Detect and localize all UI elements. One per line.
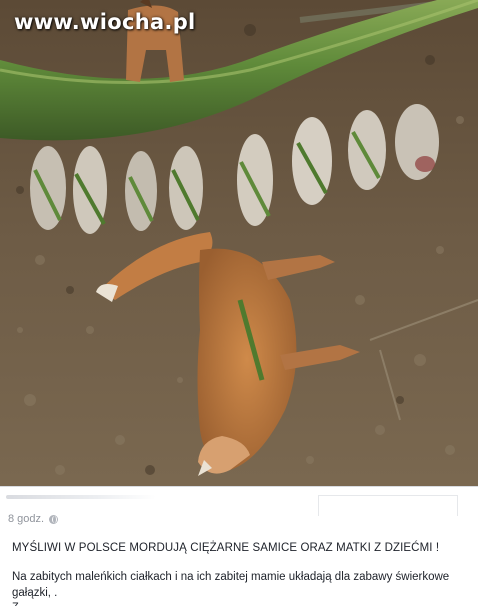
header-action-box[interactable] [318, 495, 458, 516]
globe-icon [49, 514, 59, 524]
post-card: 8 godz. MYŚLIWI W POLSCE MORDUJĄ CIĘŻARN… [0, 486, 478, 606]
post-header [0, 487, 478, 516]
photo-illustration [0, 0, 478, 486]
post-timestamp[interactable]: 8 godz. [8, 513, 59, 525]
meme-page: www.wiocha.pl 8 godz. MYŚLIWI W POLSCE M… [0, 0, 488, 606]
page-margin [478, 0, 488, 604]
post-body: Na zabitych maleńkich ciałkach i na ich … [12, 571, 450, 599]
watermark-logo: www.wiocha.pl [14, 10, 196, 34]
author-name-blurred [6, 495, 156, 499]
hunting-photo: www.wiocha.pl [0, 0, 478, 486]
post-headline: MYŚLIWI W POLSCE MORDUJĄ CIĘŻARNE SAMICE… [12, 542, 440, 554]
timestamp-text[interactable]: 8 godz. [8, 513, 44, 525]
